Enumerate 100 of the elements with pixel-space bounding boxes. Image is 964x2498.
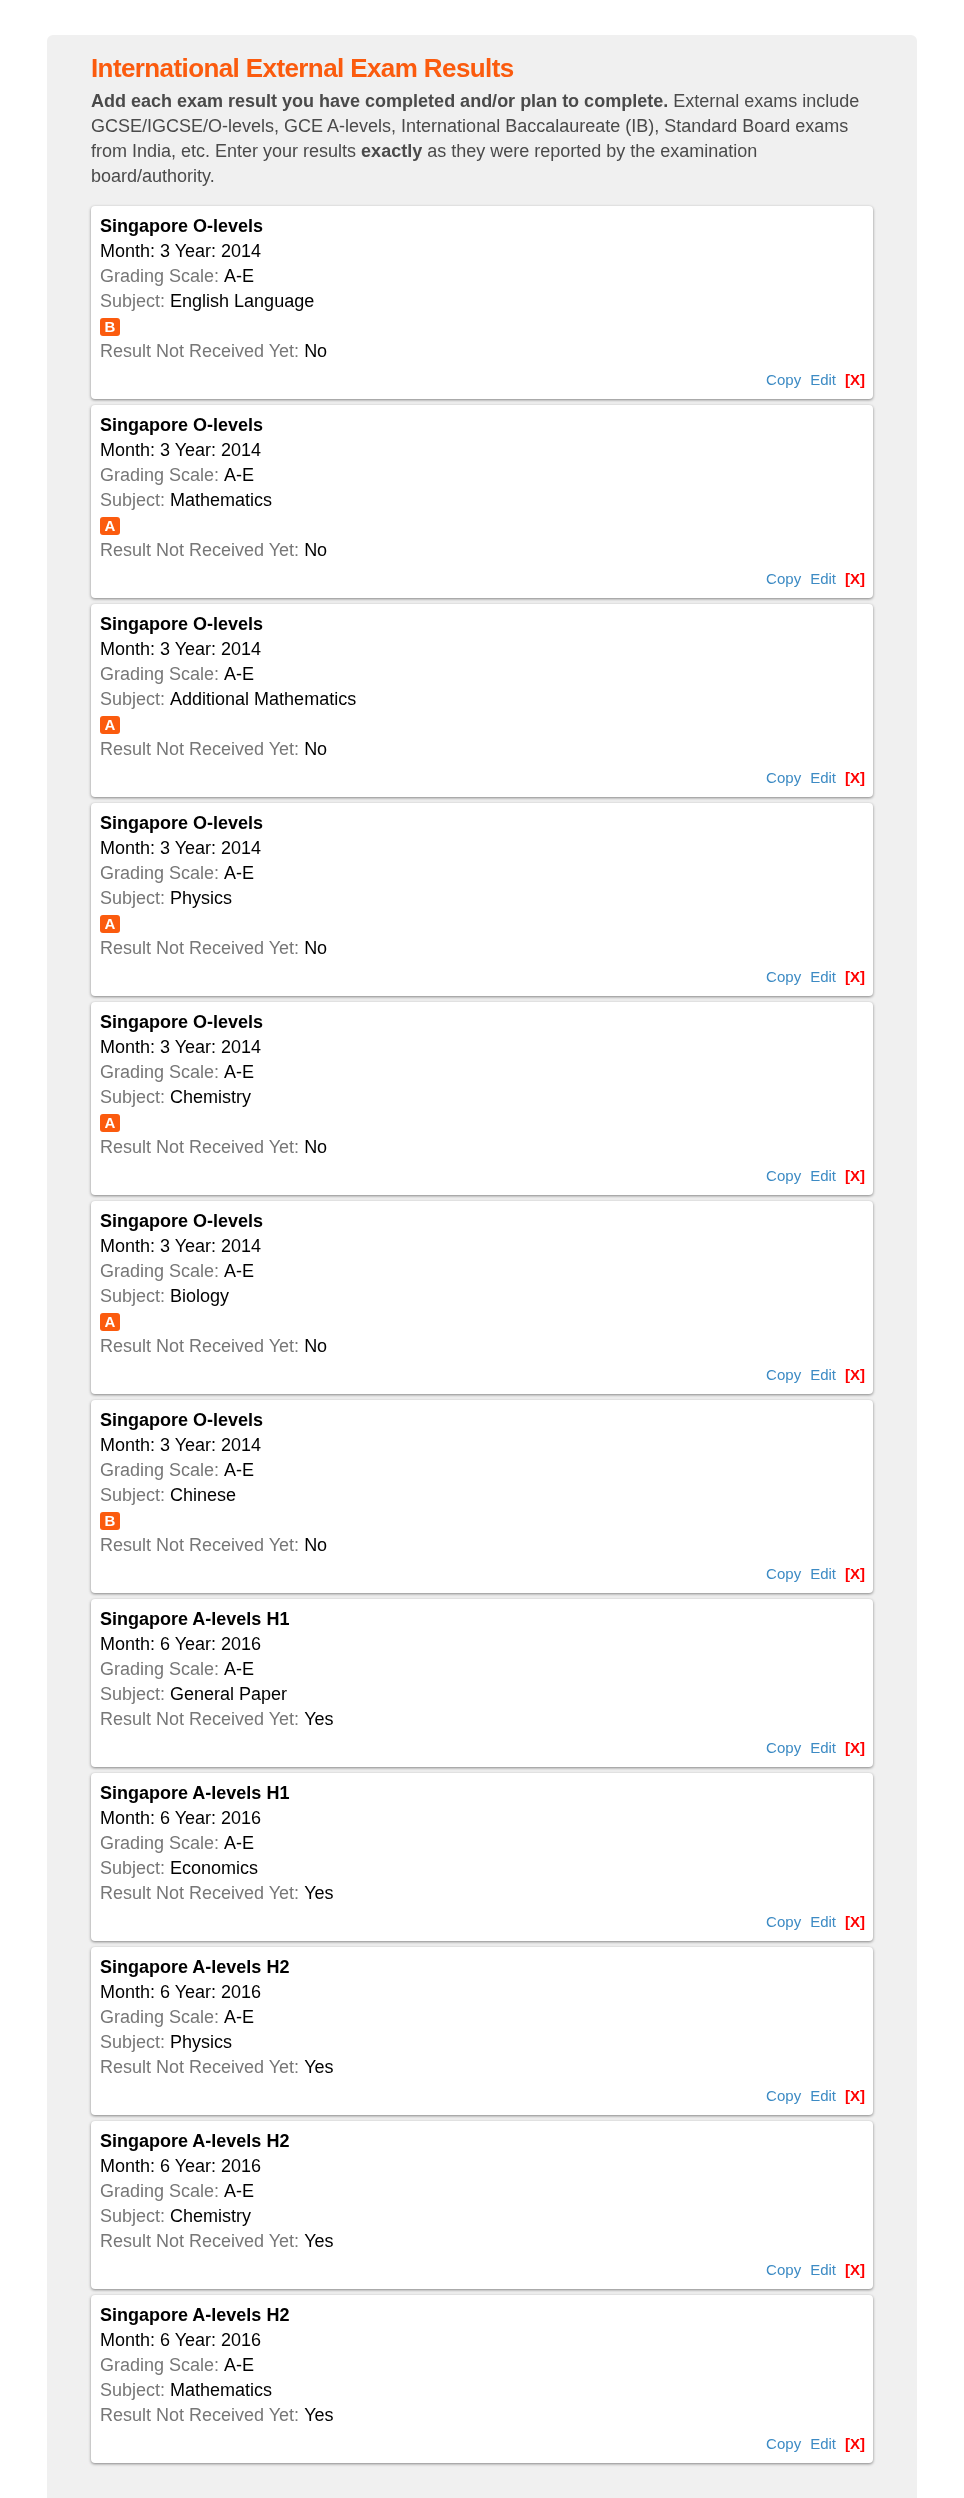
field-label: Grading Scale: [100,862,220,885]
edit-link[interactable]: Edit [810,370,836,390]
field-value: Physics [170,2031,233,2054]
field-label: Subject: [100,2031,166,2054]
copy-link[interactable]: Copy [766,2086,802,2106]
exam-name: Singapore A-levels H2 [100,2130,291,2153]
field-value: A-E [224,1260,255,1283]
field-value: A-E [224,2006,255,2029]
delete-link[interactable]: [X] [845,2434,865,2454]
edit-link[interactable]: Edit [810,1912,836,1932]
grade-badge: A [100,715,120,734]
exam-name: Singapore O-levels [100,1011,265,1034]
field-value: A-E [224,1061,255,1084]
edit-link[interactable]: Edit [810,1564,836,1584]
field-label: Result Not Received Yet: [100,2404,300,2427]
exam-name: Singapore O-levels [100,414,265,437]
field-label: Subject: [100,2205,166,2228]
field-label: Subject: [100,1857,166,1880]
edit-link[interactable]: Edit [810,569,836,589]
exam-date: Month: 3 Year: 2014 [100,1434,263,1457]
delete-link[interactable]: [X] [845,2260,865,2280]
delete-link[interactable]: [X] [845,1365,865,1385]
copy-link[interactable]: Copy [766,1912,802,1932]
copy-link[interactable]: Copy [766,967,802,987]
copy-link[interactable]: Copy [766,370,802,390]
copy-link[interactable]: Copy [766,768,802,788]
copy-link[interactable]: Copy [766,1365,802,1385]
copy-link[interactable]: Copy [766,1738,802,1758]
field-value: Chemistry [170,1086,252,1109]
field-label: Grading Scale: [100,2180,220,2203]
edit-link[interactable]: Edit [810,1365,836,1385]
delete-link[interactable]: [X] [845,1564,865,1584]
copy-link[interactable]: Copy [766,2434,802,2454]
delete-link[interactable]: [X] [845,1912,865,1932]
field-label: Grading Scale: [100,1658,220,1681]
field-label: Result Not Received Yet: [100,539,300,562]
delete-link[interactable]: [X] [845,967,865,987]
field-label: Subject: [100,1683,166,1706]
copy-link[interactable]: Copy [766,2260,802,2280]
intro-text: Add each exam result you have completed and/or plan to complete. External exams include GCSE/IGCSE/O-levels, GCE A-levels, International Baccalaureate (IB), Standard Board exams from India, etc. Enter your results exactly as they were reported by the examination board/authority. [91,90,861,188]
delete-link[interactable]: [X] [845,1738,865,1758]
exam-name: Singapore A-levels H2 [100,1956,291,1979]
field-label: Grading Scale: [100,663,220,686]
field-label: Grading Scale: [100,464,220,487]
edit-link[interactable]: Edit [810,768,836,788]
field-value: A-E [224,1832,255,1855]
exam-date: Month: 3 Year: 2014 [100,837,263,860]
field-value: Chemistry [170,2205,252,2228]
field-label: Subject: [100,290,166,313]
field-value: A-E [224,1658,255,1681]
field-value: A-E [224,2354,255,2377]
edit-link[interactable]: Edit [810,2260,836,2280]
exam-date: Month: 6 Year: 2016 [100,1981,263,2004]
edit-link[interactable]: Edit [810,1738,836,1758]
exam-date: Month: 6 Year: 2016 [100,2329,263,2352]
field-label: Result Not Received Yet: [100,1882,300,1905]
field-value: Biology [170,1285,230,1308]
delete-link[interactable]: [X] [845,1166,865,1186]
exam-name: Singapore O-levels [100,215,265,238]
exam-date: Month: 3 Year: 2014 [100,439,263,462]
field-value: A-E [224,862,255,885]
copy-link[interactable]: Copy [766,1564,802,1584]
field-value: No [304,539,328,562]
exam-name: Singapore O-levels [100,613,265,636]
edit-link[interactable]: Edit [810,967,836,987]
field-label: Subject: [100,1086,166,1109]
field-value: English Language [170,290,315,313]
field-label: Result Not Received Yet: [100,937,300,960]
field-label: Result Not Received Yet: [100,2056,300,2079]
edit-link[interactable]: Edit [810,2086,836,2106]
field-value: No [304,1136,328,1159]
field-label: Result Not Received Yet: [100,340,300,363]
field-label: Result Not Received Yet: [100,1534,300,1557]
grade-badge: A [100,914,120,933]
field-value: A-E [224,2180,255,2203]
field-value: General Paper [170,1683,288,1706]
field-value: No [304,937,328,960]
grade-badge: B [100,1511,120,1530]
field-label: Subject: [100,1285,166,1308]
copy-link[interactable]: Copy [766,569,802,589]
field-label: Result Not Received Yet: [100,738,300,761]
delete-link[interactable]: [X] [845,569,865,589]
field-value: Physics [170,887,233,910]
field-label: Grading Scale: [100,265,220,288]
edit-link[interactable]: Edit [810,1166,836,1186]
field-label: Grading Scale: [100,1061,220,1084]
edit-link[interactable]: Edit [810,2434,836,2454]
field-value: Economics [170,1857,259,1880]
field-value: Yes [304,2230,334,2253]
field-value: No [304,1534,328,1557]
delete-link[interactable]: [X] [845,2086,865,2106]
field-label: Grading Scale: [100,1832,220,1855]
field-label: Grading Scale: [100,1459,220,1482]
delete-link[interactable]: [X] [845,370,865,390]
delete-link[interactable]: [X] [845,768,865,788]
field-label: Result Not Received Yet: [100,1136,300,1159]
field-value: Yes [304,2404,334,2427]
field-value: Mathematics [170,489,273,512]
field-value: Yes [304,1882,334,1905]
copy-link[interactable]: Copy [766,1166,802,1186]
